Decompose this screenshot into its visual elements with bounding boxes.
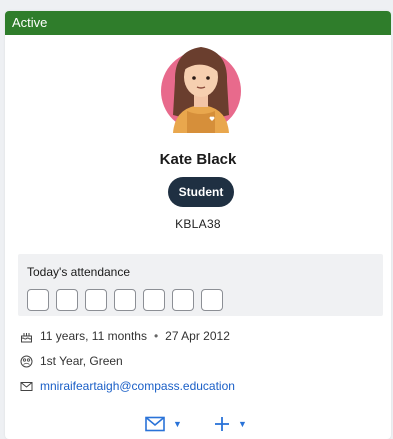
plus-icon (215, 417, 229, 431)
attendance-slot[interactable] (56, 289, 78, 311)
year-group-text: 1st Year, Green (40, 354, 123, 368)
attendance-slot[interactable] (85, 289, 107, 311)
dob-text: 27 Apr 2012 (165, 329, 230, 343)
chevron-down-icon: ▼ (173, 419, 182, 429)
student-card: Active Kate Black Student KBLA38 Today's… (5, 11, 391, 439)
envelope-icon (20, 381, 33, 391)
student-code: KBLA38 (175, 217, 221, 231)
email-link[interactable]: mniraifeartaigh@compass.education (40, 379, 235, 393)
attendance-panel: Today's attendance (18, 254, 383, 316)
year-group-row: 1st Year, Green (20, 354, 123, 368)
attendance-slot[interactable] (201, 289, 223, 311)
role-badge: Student (168, 177, 234, 207)
attendance-slots (27, 289, 223, 311)
cake-icon (21, 332, 32, 342)
chevron-down-icon: ▼ (238, 419, 247, 429)
email-row: mniraifeartaigh@compass.education (20, 379, 235, 393)
student-avatar (161, 47, 241, 133)
attendance-title: Today's attendance (27, 265, 131, 279)
attendance-slot[interactable] (143, 289, 165, 311)
age-row: 11 years, 11 months • 27 Apr 2012 (20, 329, 230, 343)
add-menu-button[interactable]: ▼ (214, 414, 247, 434)
group-icon (20, 355, 33, 367)
separator: • (153, 329, 159, 343)
student-name: Kate Black (159, 151, 237, 168)
age-text: 11 years, 11 months (40, 329, 147, 343)
attendance-slot[interactable] (172, 289, 194, 311)
message-menu-button[interactable]: ▼ (145, 414, 182, 434)
mail-icon (145, 416, 165, 432)
status-bar: Active (5, 11, 391, 35)
attendance-slot[interactable] (114, 289, 136, 311)
status-label: Active (12, 15, 48, 30)
attendance-slot[interactable] (27, 289, 49, 311)
